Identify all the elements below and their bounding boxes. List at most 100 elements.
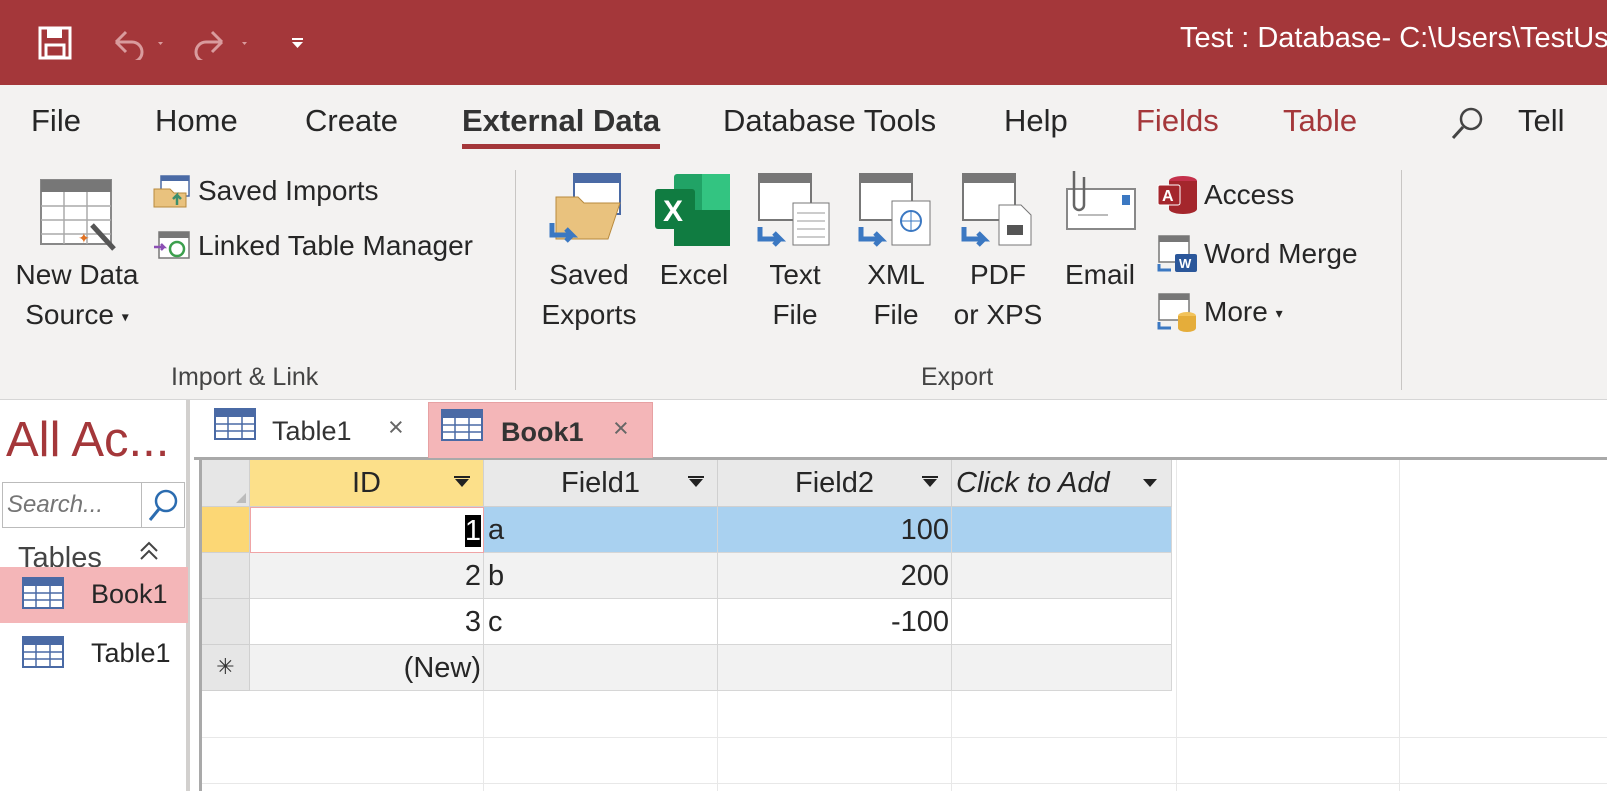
column-dropdown-icon[interactable] [689,479,703,487]
word-merge-button[interactable]: Word Merge [1204,238,1358,270]
new-data-source-button[interactable]: New Data Source ▾ [12,255,142,337]
doc-tab-label: Table1 [272,416,352,446]
chevron-down-icon: ▾ [1275,305,1283,322]
table-cell-add[interactable] [952,553,1172,599]
table-cell-field1[interactable] [484,645,718,691]
table-cell-field1[interactable]: a [484,507,718,553]
table-icon [441,409,483,446]
window-title: Test : Database- C:\Users\TestUs [1180,22,1607,54]
doc-tab-table1[interactable]: Table1 × [202,402,426,458]
xml-file-button[interactable]: XML File [856,255,936,335]
undo-icon[interactable] [108,26,168,65]
row-selector[interactable] [202,599,250,645]
table-cell-field1[interactable]: b [484,553,718,599]
close-icon[interactable]: × [613,413,629,444]
search-box [2,482,142,528]
grid-line [951,680,952,791]
pane-border [194,460,202,791]
import-link-group-label: Import & Link [171,363,319,391]
tell-me-box[interactable]: Tell [1518,103,1565,139]
table-cell-field2[interactable]: 100 [718,507,952,553]
email-button[interactable]: Email [1061,255,1139,295]
column-dropdown-icon[interactable] [923,479,937,487]
tab-external-data[interactable]: External Data [462,103,661,149]
table-cell-add[interactable] [952,507,1172,553]
nav-item-label: Table1 [91,638,171,668]
linked-table-manager-button[interactable]: Linked Table Manager [198,230,473,262]
nav-pane-title[interactable]: All Ac... [6,412,169,468]
nav-item-book1[interactable]: Book1 [0,567,188,623]
column-header-id[interactable]: ID [250,460,484,507]
access-icon: A [1157,175,1199,220]
table-cell-field1[interactable]: c [484,599,718,645]
ribbon-separator [515,170,516,390]
nav-item-label: Book1 [91,579,168,609]
grid-line [194,737,1607,738]
tab-help[interactable]: Help [1004,103,1068,139]
search-button[interactable] [141,482,185,528]
saved-exports-button[interactable]: Saved Exports [538,255,640,335]
grid-line [194,783,1607,784]
more-export-button[interactable]: More ▾ [1204,296,1283,328]
column-header-field1[interactable]: Field1 [484,460,718,507]
grid-line [717,680,718,791]
pdf-xps-icon[interactable] [961,173,1037,252]
doc-tab-label: Book1 [501,417,584,447]
row-selector[interactable] [202,507,250,553]
table-cell-field2[interactable]: -100 [718,599,952,645]
svg-text:A: A [1162,188,1174,205]
collapse-group-icon[interactable] [138,540,160,569]
table-cell-id[interactable]: 2 [250,553,484,599]
more-export-icon [1157,292,1199,337]
row-selector[interactable] [202,553,250,599]
table-cell-id[interactable]: 1 [250,507,484,553]
customize-quick-access-icon[interactable] [290,36,306,55]
table-cell-add[interactable] [952,645,1172,691]
tab-create[interactable]: Create [305,103,398,139]
email-icon[interactable] [1064,167,1138,236]
grid-line [1399,460,1400,791]
new-record-marker-icon: ✳ [202,645,250,691]
search-icon[interactable] [1450,105,1486,146]
column-dropdown-icon[interactable] [1143,479,1157,487]
tab-table[interactable]: Table [1283,103,1357,139]
text-file-button[interactable]: Text File [755,255,835,335]
linked-table-manager-icon [153,229,191,268]
access-button[interactable]: Access [1204,179,1294,211]
new-data-source-icon[interactable]: ✦ [40,179,116,256]
redo-icon[interactable] [192,26,252,65]
table-icon [214,408,256,445]
tab-database-tools[interactable]: Database Tools [723,103,936,139]
excel-icon[interactable]: X [654,173,732,252]
doc-tab-book1[interactable]: Book1 × [428,402,653,458]
navigation-pane: All Ac... Tables Book1 Table1 [0,400,190,791]
xml-file-icon[interactable] [858,173,934,252]
new-record-id-cell[interactable]: (New) [250,645,484,691]
search-input[interactable] [3,483,141,527]
select-all-corner[interactable] [202,460,250,507]
svg-text:W: W [1179,256,1192,271]
table-cell-add[interactable] [952,599,1172,645]
text-file-icon[interactable] [757,173,833,252]
column-header-click-to-add[interactable]: Click to Add [952,460,1172,507]
datasheet: ID Field1 Field2 Click to Add ✳ 1 a 100 … [194,460,1607,791]
excel-button[interactable]: Excel [655,255,733,295]
ribbon-tab-bar: File Home Create External Data Database … [0,85,1607,155]
saved-imports-button[interactable]: Saved Imports [198,175,379,207]
saved-exports-icon[interactable] [548,173,628,258]
ribbon: ✦ New Data Source ▾ Saved Imports Linked… [0,155,1607,400]
close-icon[interactable]: × [388,412,404,443]
table-cell-field2[interactable] [718,645,952,691]
column-header-field2[interactable]: Field2 [718,460,952,507]
tab-fields[interactable]: Fields [1136,103,1219,139]
tab-home[interactable]: Home [155,103,238,139]
word-merge-icon: W [1157,234,1199,279]
table-cell-id[interactable]: 3 [250,599,484,645]
pdf-xps-button[interactable]: PDF or XPS [948,255,1048,335]
column-dropdown-icon[interactable] [455,479,469,487]
grid-line [483,680,484,791]
tab-file[interactable]: File [31,103,81,139]
save-icon[interactable] [38,26,72,65]
table-cell-field2[interactable]: 200 [718,553,952,599]
nav-item-table1[interactable]: Table1 [0,626,188,682]
